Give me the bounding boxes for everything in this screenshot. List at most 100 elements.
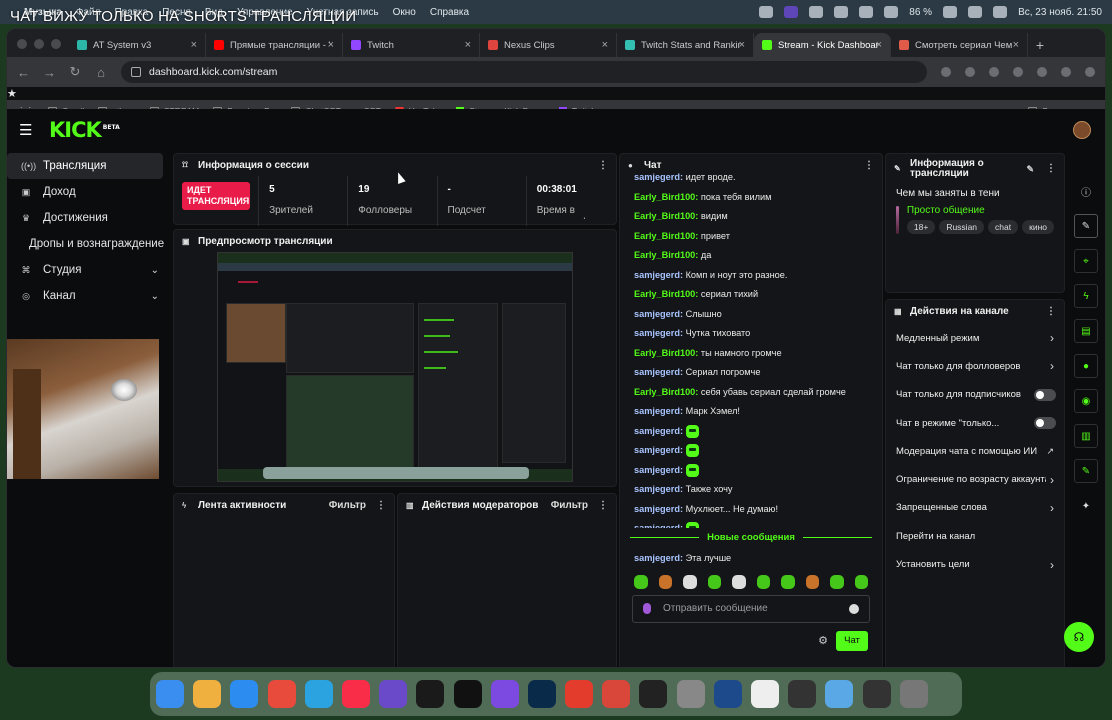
menu-item[interactable]: Справка — [430, 7, 469, 18]
chat-message[interactable]: samjegerd: Мухлюет... Не думаю! — [634, 500, 868, 520]
channel-action-item[interactable]: Модерация чата с помощью ИИ ↗ — [886, 437, 1064, 465]
chat-username[interactable]: samjegerd: — [634, 445, 686, 455]
control-center-icon[interactable] — [993, 6, 1008, 18]
zoom-window-button[interactable] — [51, 39, 61, 49]
chat-message[interactable]: Early_Bird100: да — [634, 246, 868, 266]
menu-item[interactable]: Окно — [393, 7, 416, 18]
chat-message[interactable]: samjegerd: Сериал погромче — [634, 363, 868, 383]
status-icon[interactable] — [759, 6, 774, 18]
chat-username[interactable]: Early_Bird100: — [634, 348, 701, 358]
status-icon[interactable] — [859, 6, 874, 18]
music-icon[interactable] — [341, 680, 370, 708]
chat-message[interactable]: samjegerd: Чутка тиховато — [634, 324, 868, 344]
chat-username[interactable]: Early_Bird100: — [634, 231, 701, 241]
emote-icon[interactable] — [781, 574, 795, 589]
app-icon[interactable] — [565, 680, 594, 708]
emote-icon[interactable] — [756, 574, 770, 589]
emote-icon[interactable] — [805, 574, 819, 589]
channel-action-item[interactable]: Ограничение по возрасту аккаунта › — [886, 465, 1064, 493]
channel-action-item[interactable]: Чат только для фолловеров › — [886, 352, 1064, 380]
chrome-icon[interactable] — [267, 680, 296, 708]
chat-username[interactable]: samjegerd: — [634, 553, 686, 563]
audacity-icon[interactable] — [490, 680, 519, 708]
headset-support-button[interactable]: ☊ — [1064, 622, 1094, 652]
browser-tab[interactable]: Смотреть сериал Чем м × — [891, 33, 1028, 57]
emote-icon[interactable] — [634, 574, 648, 589]
browser-tab[interactable]: Twitch × — [343, 33, 480, 57]
chat-message[interactable]: Early_Bird100: привет — [634, 227, 868, 247]
channel-action-item[interactable]: Чат в режиме "только... — [886, 409, 1064, 437]
telegram-icon[interactable] — [304, 680, 333, 708]
close-window-button[interactable] — [17, 39, 27, 49]
close-tab-icon[interactable]: × — [1013, 39, 1019, 51]
emote-icon[interactable] — [830, 574, 844, 589]
obs-icon[interactable] — [713, 680, 742, 708]
sidebar-item-channel[interactable]: ◎ Канал ⌄ — [7, 283, 167, 309]
chat-username[interactable]: samjegerd: — [634, 367, 686, 377]
url-field[interactable]: dashboard.kick.com/stream — [121, 61, 927, 83]
search-icon[interactable] — [968, 6, 983, 18]
edit-icon[interactable]: ✎ — [1074, 214, 1098, 238]
browser-tab-active[interactable]: Stream - Kick Dashboard × — [754, 33, 891, 57]
datetime[interactable]: Вс, 23 нояб. 21:50 — [1018, 7, 1102, 18]
new-tab-button[interactable]: + — [1028, 33, 1052, 57]
filter-button[interactable]: Фильтр — [329, 500, 366, 511]
panel-icon[interactable]: ▥ — [1074, 424, 1098, 448]
chat-username[interactable]: samjegerd: — [634, 504, 686, 514]
send-chat-button[interactable]: Чат — [836, 630, 868, 651]
chat-message[interactable]: samjegerd: — [634, 519, 868, 528]
extension-icon[interactable] — [989, 67, 999, 77]
toggle-switch[interactable] — [1034, 417, 1056, 430]
edit-icon[interactable]: ✎ — [1026, 164, 1034, 174]
printer-icon[interactable] — [862, 680, 891, 708]
extensions-puzzle-icon[interactable] — [1013, 67, 1023, 77]
browser-tab[interactable]: Прямые трансляции - Yo × — [206, 33, 343, 57]
capcut-icon[interactable] — [453, 680, 482, 708]
chat-username[interactable]: Early_Bird100: — [634, 211, 701, 221]
sidebar-item-stream[interactable]: ((•)) Трансляция — [7, 153, 163, 179]
forward-icon[interactable]: → — [43, 65, 56, 80]
new-messages-divider[interactable]: Новые сообщения — [630, 532, 872, 543]
media-icon[interactable] — [1037, 67, 1047, 77]
site-info-icon[interactable] — [131, 67, 141, 77]
chat-username[interactable]: samjegerd: — [634, 406, 686, 416]
chat-message[interactable]: Early_Bird100: сериал тихий — [634, 285, 868, 305]
chat-message[interactable]: samjegerd: — [634, 461, 868, 481]
status-icon[interactable] — [834, 6, 849, 18]
chat-username[interactable]: samjegerd: — [634, 426, 686, 436]
chat-username[interactable]: samjegerd: — [634, 484, 686, 494]
broadcast-icon[interactable]: ◉ — [1074, 389, 1098, 413]
chat-username[interactable]: samjegerd: — [634, 270, 686, 280]
mic-icon[interactable] — [643, 603, 651, 614]
wrench-icon[interactable]: ✎ — [1074, 459, 1098, 483]
channel-action-item[interactable]: Медленный режим › — [886, 324, 1064, 352]
emote-icon[interactable] — [707, 574, 721, 589]
obs-icon[interactable] — [788, 680, 817, 708]
textedit-icon[interactable] — [751, 680, 779, 708]
keyboard-layout-icon[interactable] — [884, 6, 899, 18]
channel-action-item[interactable]: Запрещенные слова › — [886, 494, 1064, 522]
add-widget-icon[interactable]: ✦ — [1074, 494, 1098, 518]
chat-message[interactable]: Early_Bird100: пока тебя вилим — [634, 188, 868, 208]
lightning-icon[interactable]: ϟ — [1074, 284, 1098, 308]
folder-icon[interactable] — [825, 680, 854, 708]
more-options-icon[interactable]: ⋮ — [1046, 306, 1056, 317]
chat-message[interactable]: samjegerd: Слышно — [634, 305, 868, 325]
browser-tab[interactable]: AT System v3 × — [69, 33, 206, 57]
chat-username[interactable]: Early_Bird100: — [634, 192, 701, 202]
davinci-icon[interactable] — [379, 680, 408, 708]
emote-icon[interactable] — [854, 574, 868, 589]
back-icon[interactable]: ← — [17, 65, 30, 80]
close-tab-icon[interactable]: × — [328, 39, 334, 51]
hamburger-menu-icon[interactable]: ☰ — [19, 121, 33, 139]
reload-icon[interactable]: ↻ — [69, 64, 81, 80]
chat-input[interactable]: Отправить сообщение — [632, 594, 870, 623]
chat-message[interactable]: Early_Bird100: видим — [634, 207, 868, 227]
more-options-icon[interactable]: ⋮ — [376, 500, 386, 511]
status-icon[interactable] — [809, 6, 824, 18]
emote-icon[interactable] — [658, 574, 672, 589]
sidebar-item-studio[interactable]: ⌘ Студия ⌄ — [7, 257, 167, 283]
browser-tab[interactable]: Nexus Clips × — [480, 33, 617, 57]
chat-icon[interactable]: ● — [1074, 354, 1098, 378]
menu-icon[interactable] — [1085, 67, 1095, 77]
